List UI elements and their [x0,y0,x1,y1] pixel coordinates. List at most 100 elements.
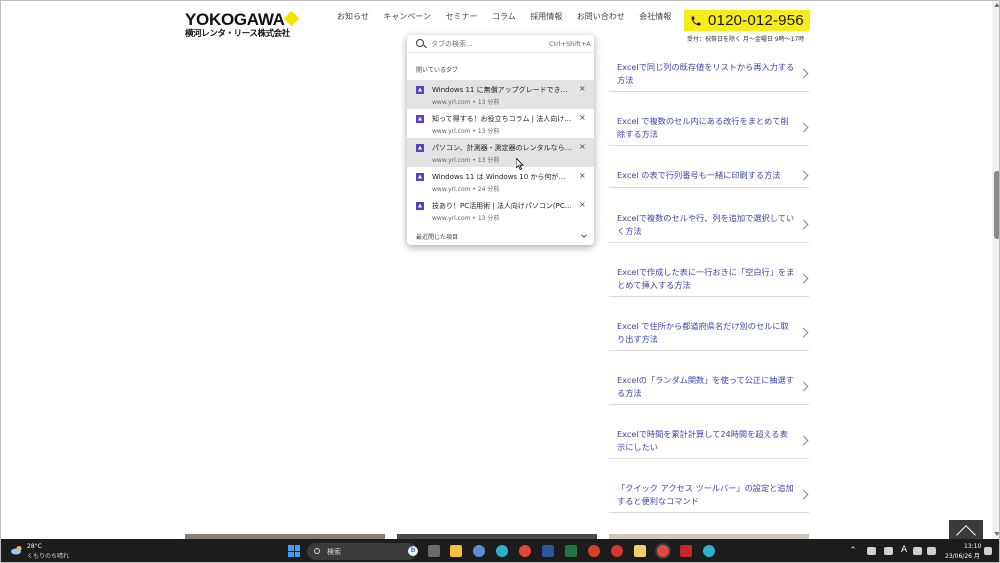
chevron-right-icon [798,122,809,132]
company-logo[interactable]: YOKOGAWA 横河レンタ・リース株式会社 [185,10,290,40]
list-item[interactable]: Excelで作成した表に一行おきに「空白行」をまとめて挿入する方法 [609,261,809,297]
site-favicon-icon [416,115,424,123]
close-icon[interactable]: × [579,200,586,209]
tab-result-item[interactable]: Windows 11 に無償アップグレードできる端... www.yrl.com… [407,80,594,109]
tab-meta: www.yrl.com • 13 分前 [432,128,500,135]
tab-search-input[interactable] [431,38,541,49]
tray-keyboard-icon[interactable] [884,547,893,555]
site-favicon-icon [416,86,424,94]
close-icon[interactable]: × [579,171,586,180]
taskbar: 28°C くもりのち晴れ 検索 b ^ A 13:10 23/06/26 月 [1,539,999,562]
tab-search-popup: Ctrl+Shift+A 開いているタブ Windows 11 に無償アップグレ… [407,35,594,245]
app-icon[interactable] [680,545,692,557]
excel-icon[interactable] [565,545,577,557]
wifi-icon[interactable] [913,547,922,555]
notes-icon[interactable] [634,545,646,557]
tab-title: パソコン、計測器・測定器のレンタルなら | ... [432,144,572,152]
recently-closed-heading[interactable]: 最近閉じた項目 [416,232,458,241]
phone-icon [691,16,701,25]
chrome-active-icon[interactable] [657,545,669,557]
tab-title: Windows 11 は Windows 10 から何が変わる... [432,173,572,181]
nav-item-recruit[interactable]: 採用情報 [530,11,562,22]
tab-meta: www.yrl.com • 13 分前 [432,157,500,164]
edge-icon[interactable] [496,545,508,557]
nav-item-seminar[interactable]: セミナー [445,11,477,22]
article-link-text: Excel の表で行列番号も一緒に印刷する方法 [617,170,781,180]
close-icon[interactable]: × [579,142,586,151]
article-link-text: Excel で複数のセル内にある改行をまとめて削除する方法 [617,115,789,139]
list-item[interactable]: Excel で住所から都道府県名だけ別のセルに取り出す方法 [609,315,809,351]
settings-icon[interactable] [473,545,485,557]
ime-indicator[interactable]: A [901,545,907,555]
word-icon[interactable] [542,545,554,557]
article-link-text: Excelで同じ列の既存値をリストから再入力する方法 [617,61,795,85]
notification-icon[interactable] [984,547,992,555]
nav-item-news[interactable]: お知らせ [337,11,369,22]
taskbar-search-box[interactable]: 検索 b [307,543,418,560]
bing-icon[interactable]: b [408,546,418,556]
business-hours: 受付：祝祭日を除く 月～金曜日 9時～17時 [687,36,805,43]
scrollbar-thumb[interactable] [993,171,999,239]
list-item[interactable]: Excelで同じ列の既存値をリストから再入力する方法 [609,56,809,92]
list-item[interactable]: Excelで複数のセルや行、列を追加で選択していく方法 [609,207,809,243]
article-link-text: Excelで複数のセルや行、列を追加で選択していく方法 [617,212,795,236]
tab-meta: www.yrl.com • 13 分前 [432,99,500,106]
chevron-right-icon [798,170,809,180]
logo-company-name: 横河レンタ・リース株式会社 [185,29,290,39]
weather-description[interactable]: くもりのち晴れ [27,551,69,560]
nav-item-company[interactable]: 会社情報 [639,11,671,22]
scroll-down-arrow-icon[interactable] [994,532,999,536]
list-item[interactable]: Excel で複数のセル内にある改行をまとめて削除する方法 [609,110,809,146]
tab-result-item[interactable]: 知って得する！お役立ちコラム | 法人向けパ... www.yrl.com • … [407,109,594,138]
back-to-top-button[interactable] [949,520,983,545]
nav-item-column[interactable]: コラム [492,11,516,22]
taskbar-search-label: 検索 [327,548,341,556]
close-icon[interactable]: × [579,113,586,122]
chevron-right-icon [798,219,809,229]
scroll-up-arrow-icon[interactable] [994,3,999,7]
vivaldi-icon[interactable] [611,545,623,557]
close-icon[interactable]: × [579,84,586,93]
powerpoint-icon[interactable] [588,545,600,557]
tab-result-item[interactable]: Windows 11 は Windows 10 から何が変わる... www.y… [407,167,594,196]
site-favicon-icon [416,144,424,152]
tab-result-item[interactable]: パソコン、計測器・測定器のレンタルなら | ... www.yrl.com • … [407,138,594,167]
clock-date[interactable]: 23/06/26 月 [945,551,980,560]
chevron-right-icon [798,68,809,78]
windows-start-icon[interactable] [288,545,300,557]
logo-wordmark: YOKOGAWA [185,10,285,29]
list-item[interactable]: Excel の表で行列番号も一緒に印刷する方法 [609,164,809,188]
search-icon [314,548,320,554]
tab-result-item[interactable]: 技あり！PC活用術 | 法人向けパソコン(PC)・... www.yrl.com… [407,196,594,225]
scrollbar[interactable] [992,1,999,539]
chevron-right-icon [798,327,809,337]
chevron-right-icon [798,273,809,283]
tab-meta: www.yrl.com • 24 分前 [432,186,500,193]
edge-dev-icon[interactable] [703,545,715,557]
nav-item-contact[interactable]: お問い合わせ [577,11,625,22]
weather-temperature[interactable]: 28°C [27,543,42,550]
tray-overflow-chevron-icon[interactable]: ^ [850,546,856,554]
chrome-icon[interactable] [519,545,531,557]
file-explorer-icon[interactable] [450,545,462,557]
speaker-icon[interactable] [927,547,936,555]
tab-title: Windows 11 に無償アップグレードできる端... [432,86,572,94]
tab-meta: www.yrl.com • 13 分前 [432,215,500,222]
clock-time[interactable]: 13:10 [964,543,981,550]
list-item[interactable]: 「クイック アクセス ツールバー」の設定と追加すると便利なコマンド [609,477,809,513]
cloudy-weather-icon [11,546,22,555]
open-tabs-heading: 開いているタブ [416,67,458,74]
nav-item-campaign[interactable]: キャンペーン [383,11,431,22]
mouse-cursor-icon [516,158,524,170]
chevron-down-icon[interactable] [581,232,587,238]
chevron-right-icon [798,381,809,391]
phone-banner[interactable]: 0120-012-956 [684,10,810,31]
task-view-icon[interactable] [428,545,440,557]
chevron-right-icon [798,489,809,499]
tray-app-icon[interactable] [867,547,876,555]
article-link-text: Excelで作成した表に一行おきに「空白行」をまとめて挿入する方法 [617,266,795,290]
list-item[interactable]: Excelの「ランダム関数」を使って公正に抽選する方法 [609,369,809,405]
list-item[interactable]: Excelで時間を累計計算して24時間を超える表示にしたい [609,423,809,459]
keyboard-shortcut: Ctrl+Shift+A [549,40,591,48]
phone-number: 0120-012-956 [708,12,804,29]
